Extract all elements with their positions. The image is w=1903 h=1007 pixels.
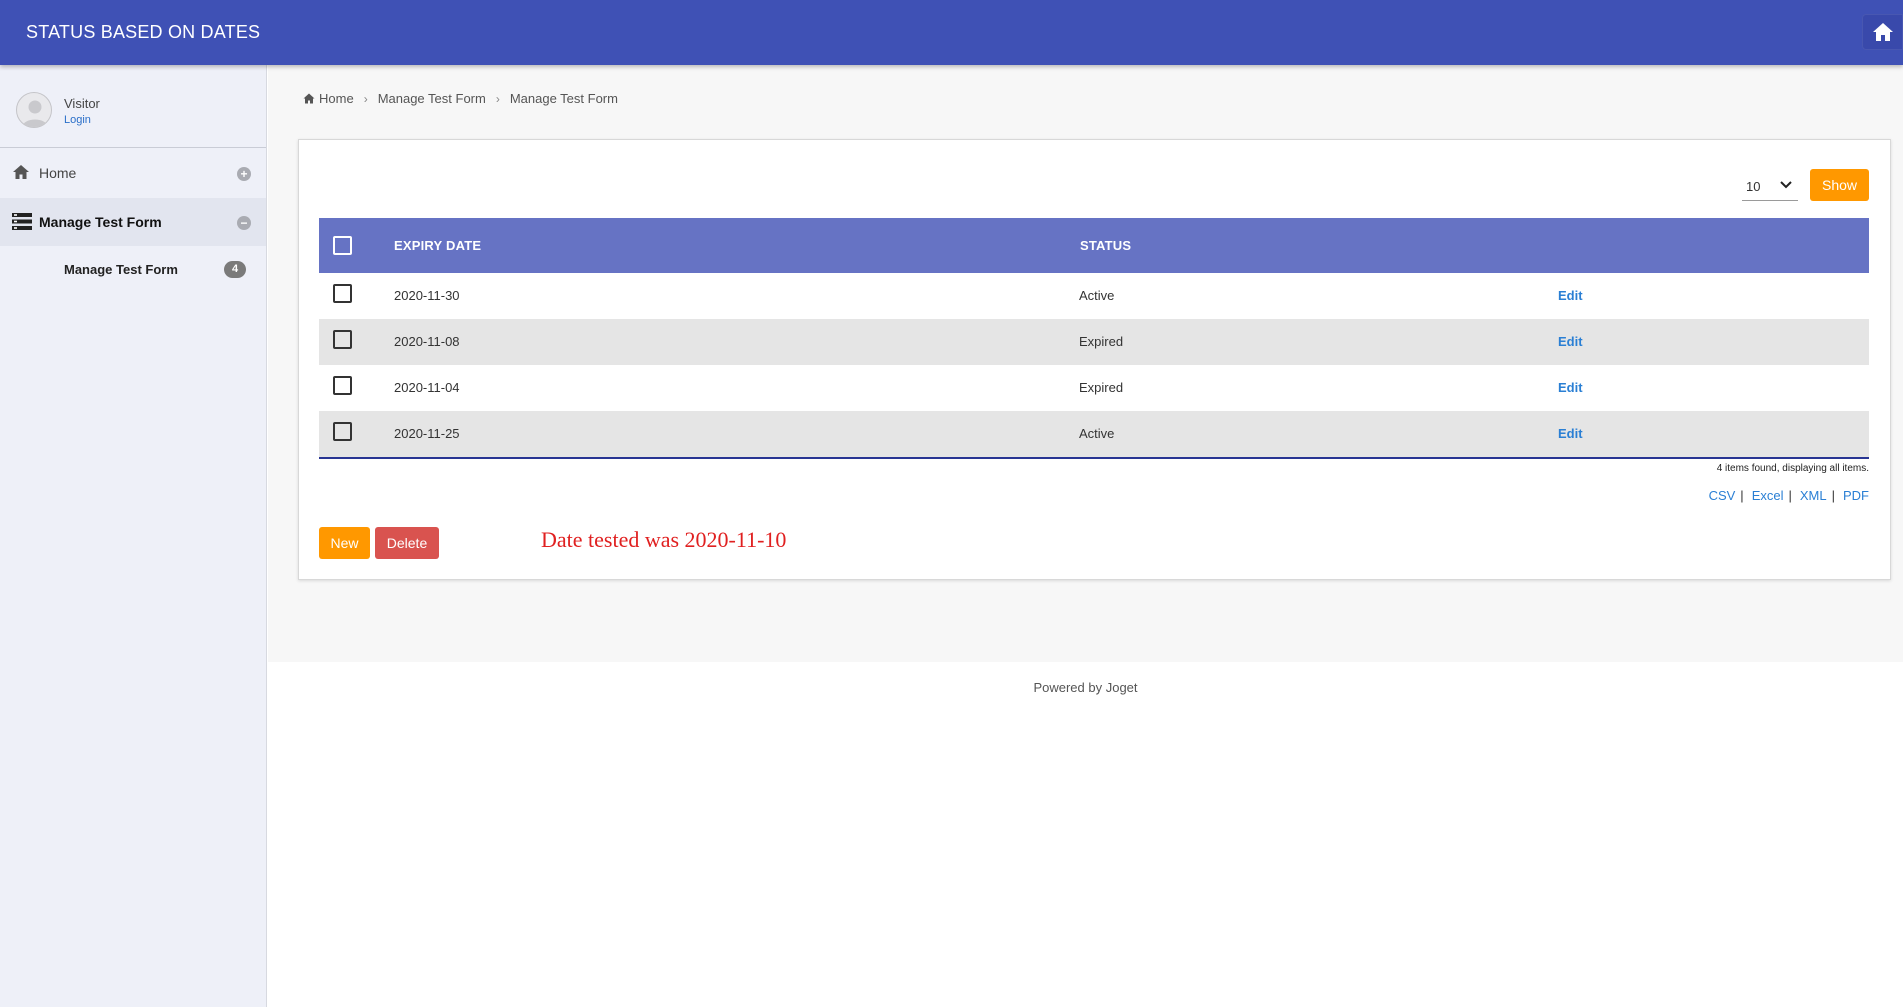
- cell-status: Expired: [1079, 380, 1124, 395]
- home-icon: [13, 165, 29, 179]
- chevron-right-icon: ›: [495, 91, 500, 106]
- user-icon: [22, 100, 48, 127]
- export-separator: |: [1831, 488, 1835, 503]
- column-header-expiry-date[interactable]: EXPIRY DATE: [394, 238, 481, 253]
- breadcrumb: Home › Manage Test Form › Manage Test Fo…: [303, 91, 618, 106]
- page-size-value: 10: [1746, 179, 1761, 194]
- sidebar: Visitor Login Home + Manage Test Form − …: [0, 65, 267, 1007]
- table-row: 2020-11-25 Active Edit: [319, 411, 1869, 457]
- login-link[interactable]: Login: [64, 114, 91, 126]
- cell-expiry-date: 2020-11-30: [394, 288, 460, 303]
- table-row: 2020-11-30 Active Edit: [319, 273, 1869, 319]
- avatar: [16, 92, 52, 128]
- export-links: CSV | Excel | XML | PDF: [1600, 488, 1869, 503]
- new-button[interactable]: New: [319, 527, 370, 559]
- breadcrumb-current: Manage Test Form: [509, 91, 618, 106]
- row-checkbox[interactable]: [333, 376, 352, 395]
- edit-link[interactable]: Edit: [1558, 380, 1583, 395]
- table-divider: [319, 457, 1869, 459]
- edit-link[interactable]: Edit: [1558, 426, 1583, 441]
- select-all-checkbox[interactable]: [333, 236, 352, 255]
- edit-link[interactable]: Edit: [1558, 334, 1583, 349]
- chevron-down-icon: [1780, 181, 1792, 189]
- sidebar-subitem-label: Manage Test Form: [64, 262, 178, 277]
- table-header: EXPIRY DATE STATUS: [319, 218, 1869, 273]
- export-separator: |: [1788, 488, 1792, 503]
- export-excel-link[interactable]: Excel: [1752, 488, 1784, 503]
- sidebar-item-label: Home: [39, 165, 77, 181]
- breadcrumb-home[interactable]: Home: [303, 91, 354, 106]
- app-title[interactable]: STATUS BASED ON DATES: [26, 22, 260, 43]
- edit-link[interactable]: Edit: [1558, 288, 1583, 303]
- user-panel: Visitor Login: [0, 65, 266, 148]
- cell-status: Active: [1079, 288, 1115, 303]
- delete-button[interactable]: Delete: [375, 527, 439, 559]
- show-button[interactable]: Show: [1810, 169, 1869, 201]
- home-icon: [303, 93, 315, 104]
- footer-text: Powered by Joget: [1033, 680, 1138, 695]
- list-icon: [12, 213, 32, 230]
- page-size-select[interactable]: 10: [1742, 173, 1798, 201]
- table-row: 2020-11-08 Expired Edit: [319, 319, 1869, 365]
- test-date-note: Date tested was 2020-11-10: [541, 527, 787, 552]
- top-bar: STATUS BASED ON DATES: [0, 0, 1903, 65]
- breadcrumb-label: Home: [319, 91, 354, 106]
- items-found-text: 4 items found, displaying all items.: [1716, 463, 1869, 474]
- cell-expiry-date: 2020-11-08: [394, 334, 460, 349]
- cell-expiry-date: 2020-11-25: [394, 426, 460, 441]
- collapse-icon[interactable]: −: [237, 216, 251, 230]
- sidebar-item-label: Manage Test Form: [39, 214, 162, 230]
- row-checkbox[interactable]: [333, 330, 352, 349]
- user-name: Visitor: [64, 96, 100, 111]
- expand-icon[interactable]: +: [237, 167, 251, 181]
- row-checkbox[interactable]: [333, 284, 352, 303]
- table-row: 2020-11-04 Expired Edit: [319, 365, 1869, 411]
- data-table: EXPIRY DATE STATUS 2020-11-30 Active Edi…: [319, 218, 1869, 459]
- cell-expiry-date: 2020-11-04: [394, 380, 460, 395]
- cell-status: Expired: [1079, 334, 1124, 349]
- chevron-right-icon: ›: [363, 91, 368, 106]
- export-xml-link[interactable]: XML: [1800, 488, 1827, 503]
- export-csv-link[interactable]: CSV: [1709, 488, 1736, 503]
- cell-status: Active: [1079, 426, 1115, 441]
- sidebar-item-home[interactable]: Home +: [0, 149, 266, 197]
- row-checkbox[interactable]: [333, 422, 352, 441]
- breadcrumb-manage-test-form[interactable]: Manage Test Form: [378, 91, 486, 106]
- column-header-status[interactable]: STATUS: [1080, 238, 1131, 253]
- sidebar-item-manage-test-form[interactable]: Manage Test Form −: [0, 198, 266, 246]
- export-pdf-link[interactable]: PDF: [1843, 488, 1869, 503]
- home-button[interactable]: [1862, 14, 1903, 50]
- count-badge: 4: [224, 261, 246, 278]
- export-separator: |: [1740, 488, 1744, 503]
- home-icon: [1872, 23, 1893, 41]
- sidebar-subitem-manage-test-form[interactable]: Manage Test Form 4: [0, 246, 266, 292]
